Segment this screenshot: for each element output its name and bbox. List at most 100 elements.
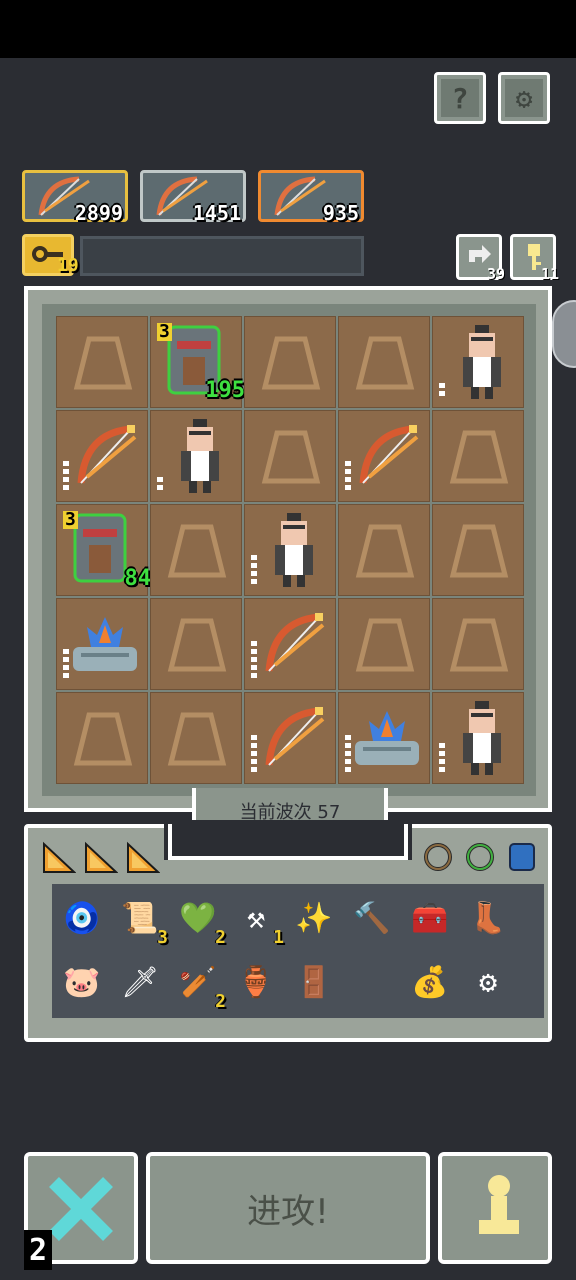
side-drawer-handle[interactable] (552, 300, 576, 368)
board-cell[interactable] (432, 598, 524, 690)
attack-label: 进攻! (247, 1191, 329, 1232)
board-cell[interactable] (432, 692, 524, 784)
pig-icon[interactable]: 🐷 (58, 958, 106, 1006)
bag-icon[interactable]: 💰 (406, 958, 454, 1006)
green-gem-icon-glyph: 💚 (179, 900, 217, 936)
key-count: 11 (540, 265, 559, 283)
scroll-icon-glyph: 📜 (121, 900, 159, 936)
empty-slot-icon (449, 524, 509, 578)
club-icon-glyph: 🏏 (179, 964, 217, 1000)
board-cell[interactable] (338, 316, 430, 408)
portal-icon[interactable]: 🚪 (290, 958, 338, 1006)
soldier-unit-icon (275, 513, 313, 587)
chest-icon[interactable]: 🧰 (406, 894, 454, 942)
experience-level-value: 19 (57, 255, 79, 276)
unit-level-bars (345, 461, 351, 493)
bow-unit-icon (265, 707, 325, 766)
item-count: 3 (157, 927, 168, 948)
board-cell[interactable] (432, 504, 524, 596)
board-cell[interactable] (56, 410, 148, 502)
resource-value: 2899 (74, 201, 123, 225)
resource-value: 1451 (192, 201, 241, 225)
resource-value: 935 (322, 201, 359, 225)
sword-icon-glyph: 🗡 (120, 964, 160, 1000)
board-cell[interactable] (56, 692, 148, 784)
experience-level[interactable]: 19 (22, 234, 79, 276)
empty-slot-icon (73, 336, 133, 390)
board-cell[interactable] (244, 410, 336, 502)
corner-number: 2 (24, 1230, 52, 1270)
experience-bar (80, 236, 364, 276)
empty-slot-icon (355, 618, 415, 672)
board-cell[interactable] (150, 692, 242, 784)
board-cell[interactable] (150, 410, 242, 502)
board-cell[interactable] (338, 598, 430, 690)
gear-token-icon-glyph: ⚙ (478, 964, 498, 1000)
attack-button[interactable]: 进攻! (146, 1152, 430, 1264)
unit-level-bars (439, 743, 445, 775)
cross-icon (49, 1177, 113, 1241)
gear-token-icon[interactable]: ⚙ (464, 958, 512, 1006)
club-icon[interactable]: 🏏 2 (174, 958, 226, 1013)
item-count: 2 (215, 927, 226, 948)
board-cell[interactable] (338, 504, 430, 596)
bag-icon-glyph: 💰 (411, 964, 449, 1000)
sword-icon[interactable]: 🗡 (116, 958, 164, 1006)
status-bar (0, 0, 576, 58)
anvil-icon[interactable]: ⚒ 1 (232, 894, 284, 949)
board-cell[interactable] (244, 692, 336, 784)
hammer-icon[interactable]: 🔨 (348, 894, 396, 942)
board-cell[interactable] (432, 410, 524, 502)
unit-hp: 195 (205, 378, 245, 403)
item-count: 1 (273, 927, 284, 948)
board-cell[interactable] (150, 598, 242, 690)
empty-slot-icon (167, 712, 227, 766)
recycle-count: 39 (486, 265, 505, 283)
board-cell[interactable] (150, 504, 242, 596)
energy-triangle-icon (85, 841, 118, 873)
unit-level: 3 (157, 321, 172, 342)
bow-resource-1: 2899 (22, 170, 128, 225)
vase-icon[interactable]: 🏺 (232, 958, 280, 1006)
energy-triangle-icon (43, 841, 76, 873)
empty-slot-icon (167, 618, 227, 672)
board-cell[interactable] (432, 316, 524, 408)
portal-icon-glyph: 🚪 (295, 964, 333, 1000)
key-button[interactable]: 11 (510, 234, 559, 283)
board-cell[interactable]: 3 195 (150, 316, 245, 408)
board-cell[interactable]: 3 84 (56, 504, 151, 596)
pawn-icon (479, 1175, 519, 1234)
unit-level-bars (439, 383, 445, 399)
bow-resource-3: 935 (258, 170, 364, 225)
bow-unit-icon (359, 425, 419, 484)
help-button[interactable]: ? (434, 72, 486, 124)
green-gem-icon[interactable]: 💚 2 (174, 894, 226, 949)
boot-icon[interactable]: 👢 (464, 894, 512, 942)
blue-amulet-icon[interactable]: 🧿 (58, 894, 106, 942)
board-cell[interactable] (338, 410, 430, 502)
board-cell[interactable] (56, 316, 148, 408)
wand-icon[interactable]: ✨ (290, 894, 338, 942)
item-count: 2 (215, 991, 226, 1012)
empty-slot-icon (261, 430, 321, 484)
recycle-button[interactable]: 39 (456, 234, 505, 283)
unit-level-bars (251, 555, 257, 587)
bow-unit-icon (265, 613, 325, 672)
gear-icon: ⚙ (505, 79, 543, 117)
soldier-unit-icon (463, 325, 501, 399)
board-cell[interactable] (244, 504, 336, 596)
wand-icon-glyph: ✨ (295, 900, 333, 936)
board-cell[interactable] (244, 316, 336, 408)
soldier-unit-icon (181, 419, 219, 493)
board-cell[interactable] (338, 692, 430, 784)
unit-level-bars (157, 477, 163, 493)
board-cell[interactable] (56, 598, 148, 690)
board-cell[interactable] (244, 598, 336, 690)
scroll-icon[interactable]: 📜 3 (116, 894, 168, 949)
fire-altar-icon (73, 617, 137, 671)
pawn-button[interactable] (438, 1152, 552, 1264)
unit-level-bars (251, 641, 257, 681)
blue-amulet-icon-glyph: 🧿 (63, 900, 101, 936)
settings-button[interactable]: ⚙ (498, 72, 550, 124)
bow-unit-icon (77, 425, 137, 484)
